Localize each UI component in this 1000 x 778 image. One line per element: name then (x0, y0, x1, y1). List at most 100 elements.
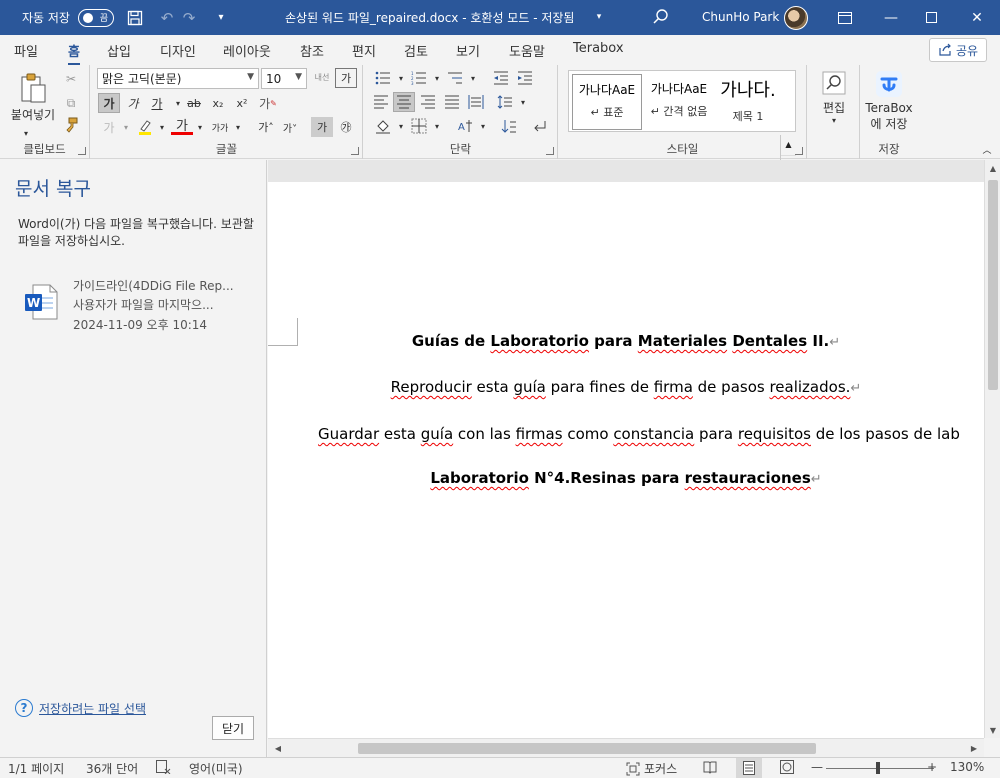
tab-file[interactable]: 파일 (14, 41, 38, 60)
style-normal[interactable]: 가나다AaE ↵ 표준 (572, 74, 642, 130)
customize-toolbar-icon[interactable]: ▾ (210, 7, 232, 29)
horizontal-scrollbar[interactable]: ◀ ▶ (268, 738, 984, 757)
highlight-dropdown-icon[interactable]: ▾ (151, 117, 173, 137)
line-spacing-dropdown-icon[interactable]: ▾ (512, 92, 534, 112)
editing-button[interactable]: 편집 ▾ (816, 68, 852, 128)
show-marks-icon[interactable] (528, 116, 550, 136)
paragraph-launcher-icon[interactable] (546, 147, 554, 155)
tab-insert[interactable]: 삽입 (107, 41, 131, 60)
multilevel-dropdown-icon[interactable]: ▾ (462, 68, 484, 88)
scroll-right-icon[interactable]: ▶ (966, 740, 982, 756)
zoom-slider-thumb[interactable] (876, 762, 880, 774)
close-icon[interactable]: ✕ (954, 0, 1000, 35)
redo-icon[interactable]: ↷ (178, 7, 200, 29)
select-file-link[interactable]: ? 저장하려는 파일 선택 (15, 699, 146, 717)
paste-dropdown-icon[interactable]: ▾ (15, 123, 37, 143)
recovered-file-item[interactable]: W 가이드라인(4DDiG File Rep... 사용자가 파일을 마지막으.… (0, 268, 267, 338)
word-count[interactable]: 36개 단어 (86, 760, 138, 777)
underline-button[interactable]: 가 (146, 93, 168, 113)
print-layout-icon[interactable] (736, 758, 762, 778)
tab-help[interactable]: 도움말 (509, 41, 545, 60)
save-icon[interactable] (124, 7, 146, 29)
tab-view[interactable]: 보기 (456, 41, 480, 60)
horizontal-scroll-thumb[interactable] (358, 743, 816, 754)
tab-home[interactable]: 홈 (68, 41, 80, 66)
zoom-out-icon[interactable]: — (811, 760, 823, 774)
styles-launcher-icon[interactable] (795, 147, 803, 155)
format-painter-icon[interactable] (60, 115, 82, 135)
align-right-icon[interactable] (417, 92, 439, 112)
font-size-combo[interactable]: 10 ▼ (261, 68, 307, 89)
justify-icon[interactable] (441, 92, 463, 112)
vertical-scroll-thumb[interactable] (988, 180, 998, 390)
copy-icon[interactable]: ⧉ (60, 93, 82, 113)
collapse-ribbon-icon[interactable]: ︿ (976, 139, 998, 159)
style-heading-1[interactable]: 가나다. 제목 1 (713, 74, 783, 130)
subscript-icon[interactable]: x₂ (207, 93, 229, 113)
search-icon[interactable] (650, 6, 672, 28)
doc-line-4[interactable]: Laboratorio N°4.Resinas para restauracio… (268, 469, 984, 487)
ribbon-display-icon[interactable] (822, 0, 868, 35)
user-name[interactable]: ChunHo Park (702, 10, 779, 24)
close-pane-button[interactable]: 닫기 (212, 716, 254, 740)
language[interactable]: 영어(미국) (189, 760, 243, 777)
zoom-level[interactable]: 130% (950, 760, 984, 774)
asian-layout-dropdown-icon[interactable]: ▾ (472, 116, 494, 136)
font-name-combo[interactable]: 맑은 고딕(본문) ▼ (97, 68, 259, 89)
tab-layout[interactable]: 레이아웃 (223, 41, 271, 60)
scroll-up-icon[interactable]: ▲ (985, 160, 1000, 176)
chevron-up-icon[interactable]: ▲ (781, 135, 796, 156)
document-page[interactable]: Guías de Laboratorio para Materiales Den… (268, 182, 984, 738)
read-mode-icon[interactable] (703, 760, 717, 777)
doc-title-line[interactable]: Guías de Laboratorio para Materiales Den… (268, 332, 984, 350)
doc-line-3[interactable]: Guardar esta guía con las firmas como co… (318, 425, 984, 443)
autosave-toggle[interactable]: 끔 (77, 8, 114, 27)
italic-button[interactable]: 가 (122, 93, 144, 113)
decrease-indent-icon[interactable] (490, 68, 512, 88)
title-dropdown-icon[interactable]: ▾ (588, 6, 610, 28)
web-layout-icon[interactable] (780, 760, 794, 777)
font-launcher-icon[interactable] (351, 147, 359, 155)
page-count[interactable]: 1/1 페이지 (8, 760, 64, 777)
paste-button[interactable]: 붙여넣기 (8, 69, 58, 125)
borders-dropdown-icon[interactable]: ▾ (426, 116, 448, 136)
zoom-in-icon[interactable]: + (927, 760, 937, 774)
tab-references[interactable]: 참조 (300, 41, 324, 60)
enclose-char-icon[interactable]: ㉮ (335, 117, 357, 137)
tab-terabox[interactable]: Terabox (573, 41, 624, 56)
undo-icon[interactable]: ↶ (156, 7, 178, 29)
align-center-icon[interactable] (393, 92, 415, 112)
clear-formatting-icon[interactable]: 가 ✎ (257, 93, 279, 113)
align-left-icon[interactable] (370, 92, 392, 112)
focus-mode-button[interactable]: 포커스 (626, 760, 677, 777)
bold-button[interactable]: 가 (98, 93, 120, 113)
distributed-icon[interactable] (465, 92, 487, 112)
shrink-font-icon[interactable]: 가˅ (279, 117, 301, 137)
scroll-left-icon[interactable]: ◀ (270, 740, 286, 756)
increase-indent-icon[interactable] (514, 68, 536, 88)
maximize-icon[interactable] (908, 0, 954, 35)
doc-line-2[interactable]: Reproducir esta guía para fines de firma… (268, 378, 984, 396)
document-canvas[interactable]: Guías de Laboratorio para Materiales Den… (268, 160, 984, 738)
strikethrough-icon[interactable]: ab (183, 93, 205, 113)
change-case-dropdown-icon[interactable]: ▾ (227, 117, 249, 137)
char-shading-icon[interactable]: 가 (311, 117, 333, 137)
vertical-scrollbar[interactable]: ▲ ▼ (984, 160, 1000, 738)
scroll-down-icon[interactable]: ▼ (985, 722, 1000, 738)
phonetic-guide-icon[interactable]: 내선 (311, 67, 333, 87)
superscript-icon[interactable]: x² (231, 93, 253, 113)
share-button[interactable]: 공유 (929, 38, 987, 62)
avatar[interactable] (784, 6, 808, 30)
zoom-slider[interactable] (826, 768, 934, 769)
proofing-icon[interactable] (156, 760, 171, 777)
tab-design[interactable]: 디자인 (160, 41, 196, 60)
font-color-dropdown-icon[interactable]: ▾ (189, 117, 211, 137)
clipboard-launcher-icon[interactable] (78, 147, 86, 155)
char-border-icon[interactable]: 가 (335, 68, 357, 88)
sort-icon[interactable] (498, 116, 520, 136)
tab-review[interactable]: 검토 (404, 41, 428, 60)
tab-mailings[interactable]: 편지 (352, 41, 376, 60)
cut-icon[interactable]: ✂ (60, 69, 82, 89)
terabox-save-button[interactable]: TeraBox 에 저장 (863, 68, 915, 134)
grow-font-icon[interactable]: 가˄ (255, 117, 277, 137)
